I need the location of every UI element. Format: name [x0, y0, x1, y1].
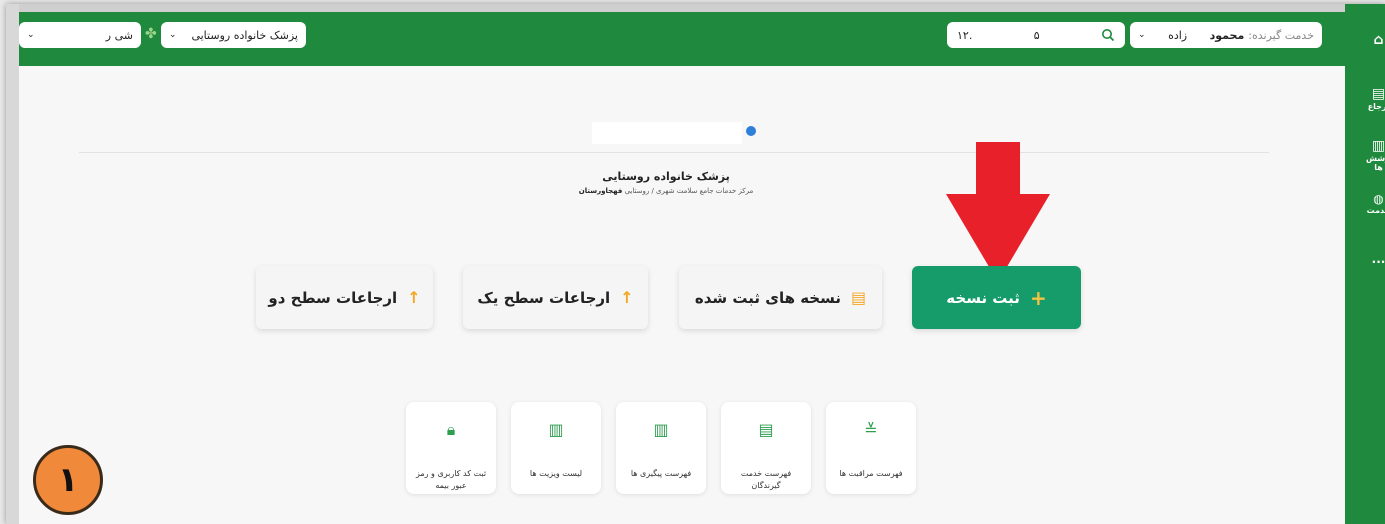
location-select[interactable]: ⌄ شی ر [19, 22, 141, 48]
step-number: ۱ [57, 460, 79, 500]
registered-prescriptions-label: نسخه های ثبت شده [694, 288, 842, 307]
arrow-up-icon: ↑ [620, 288, 634, 307]
clipboard-icon: ▤ [1371, 86, 1385, 102]
client-label: خدمت گیرنده: [1248, 28, 1314, 42]
level-two-referrals-button[interactable]: ↑ ارجاعات سطح دو [256, 266, 433, 329]
followups-list-label: فهرست پیگیری ها [630, 469, 692, 478]
chevron-down-icon: ⌄ [1138, 30, 1146, 40]
care-list-card[interactable]: ≚ فهرست مراقبت ها [826, 402, 916, 494]
verified-icon [746, 126, 756, 136]
rail-item-service[interactable]: ◍ خدمت [1366, 192, 1385, 215]
profile-divider [79, 152, 1269, 153]
chevron-down-icon: ⌄ [27, 30, 35, 40]
rail-item-service-label: خدمت [1366, 206, 1385, 215]
level-one-referrals-label: ارجاعات سطح یک [477, 288, 611, 307]
home-icon[interactable]: ⌂ [1366, 32, 1385, 48]
clients-list-card[interactable]: ▤ فهرست خدمت گیرندگان [721, 402, 811, 494]
search-value-a: ۱۲. [957, 28, 973, 42]
top-shade [19, 4, 1345, 12]
profile-center: مرکز خدمات جامع سلامت شهری / روستایی فهج… [466, 187, 866, 195]
arrow-up-icon: ↑ [407, 288, 421, 307]
step-number-badge: ۱ [33, 445, 103, 515]
level-two-referrals-label: ارجاعات سطح دو [268, 288, 398, 307]
lock-check-icon: 🔒︎ [446, 420, 456, 439]
client-family: زاده [1168, 28, 1188, 42]
client-name: محمود [1209, 28, 1245, 42]
visits-list-card[interactable]: ▥ لیست ویزیت ها [511, 402, 601, 494]
registered-prescriptions-button[interactable]: ▤ نسخه های ثبت شده [679, 266, 882, 329]
rail-item-referral[interactable]: ▤ ارجاع [1366, 86, 1385, 111]
globe-icon: ◍ [1373, 192, 1384, 206]
rail-item-coverage[interactable]: ▥ پوشش ها [1366, 138, 1385, 172]
followups-list-card[interactable]: ▥ فهرست پیگیری ها [616, 402, 706, 494]
rail-more-button[interactable]: ... [1366, 252, 1385, 266]
clients-list-label: فهرست خدمت گیرندگان [740, 469, 792, 490]
level-one-referrals-button[interactable]: ↑ ارجاعات سطح یک [463, 266, 648, 329]
left-edge [6, 4, 19, 524]
insurance-credentials-label: ثبت کد کاربری و رمز عبور بیمه [415, 469, 487, 490]
document-icon: ▥ [1371, 138, 1385, 154]
care-list-label: فهرست مراقبت ها [839, 469, 903, 478]
plus-icon: + [1029, 285, 1047, 310]
checklist-icon: ≚ [864, 420, 878, 439]
clipboard-list-icon: ▤ [851, 288, 867, 307]
rail-item-referral-label: ارجاع [1367, 102, 1385, 111]
register-prescription-label: ثبت نسخه [946, 288, 1020, 307]
clipboard-list-icon: ▥ [653, 420, 669, 439]
red-arrow-down-icon [946, 142, 1050, 282]
visits-list-label: لیست ویزیت ها [529, 469, 583, 478]
search-icon[interactable] [1101, 28, 1115, 42]
rail-item-coverage-label: پوشش ها [1366, 154, 1385, 172]
search-value-b: ۵ [1033, 28, 1040, 42]
profile-center-name: فهجاورستان [578, 187, 623, 195]
chevron-down-icon: ⌄ [169, 30, 177, 40]
role-select-value: پزشک خانواده روستایی [191, 28, 298, 42]
app-window: ⌄ شی ر ✤ ⌄ پزشک خانواده روستایی ۱۲. ۵ ⌄ … [6, 4, 1385, 524]
profile-center-path: مرکز خدمات جامع سلامت شهری / روستایی [624, 187, 754, 195]
profile-role-title: پزشک خانواده روستایی [602, 170, 730, 183]
clipboard-icon: ▤ [758, 420, 774, 439]
flower-icon: ✤ [145, 26, 157, 42]
search-input[interactable]: ۱۲. ۵ [947, 22, 1125, 48]
clipboard-list-icon: ▥ [548, 420, 564, 439]
role-select[interactable]: ⌄ پزشک خانواده روستایی [161, 22, 306, 48]
profile-name-redacted [592, 122, 742, 144]
client-select[interactable]: ⌄ زاده خدمت گیرنده: محمود [1130, 22, 1322, 48]
insurance-credentials-card[interactable]: 🔒︎ ثبت کد کاربری و رمز عبور بیمه [406, 402, 496, 494]
register-prescription-button[interactable]: + ثبت نسخه [912, 266, 1081, 329]
location-select-value: شی ر [105, 28, 133, 42]
